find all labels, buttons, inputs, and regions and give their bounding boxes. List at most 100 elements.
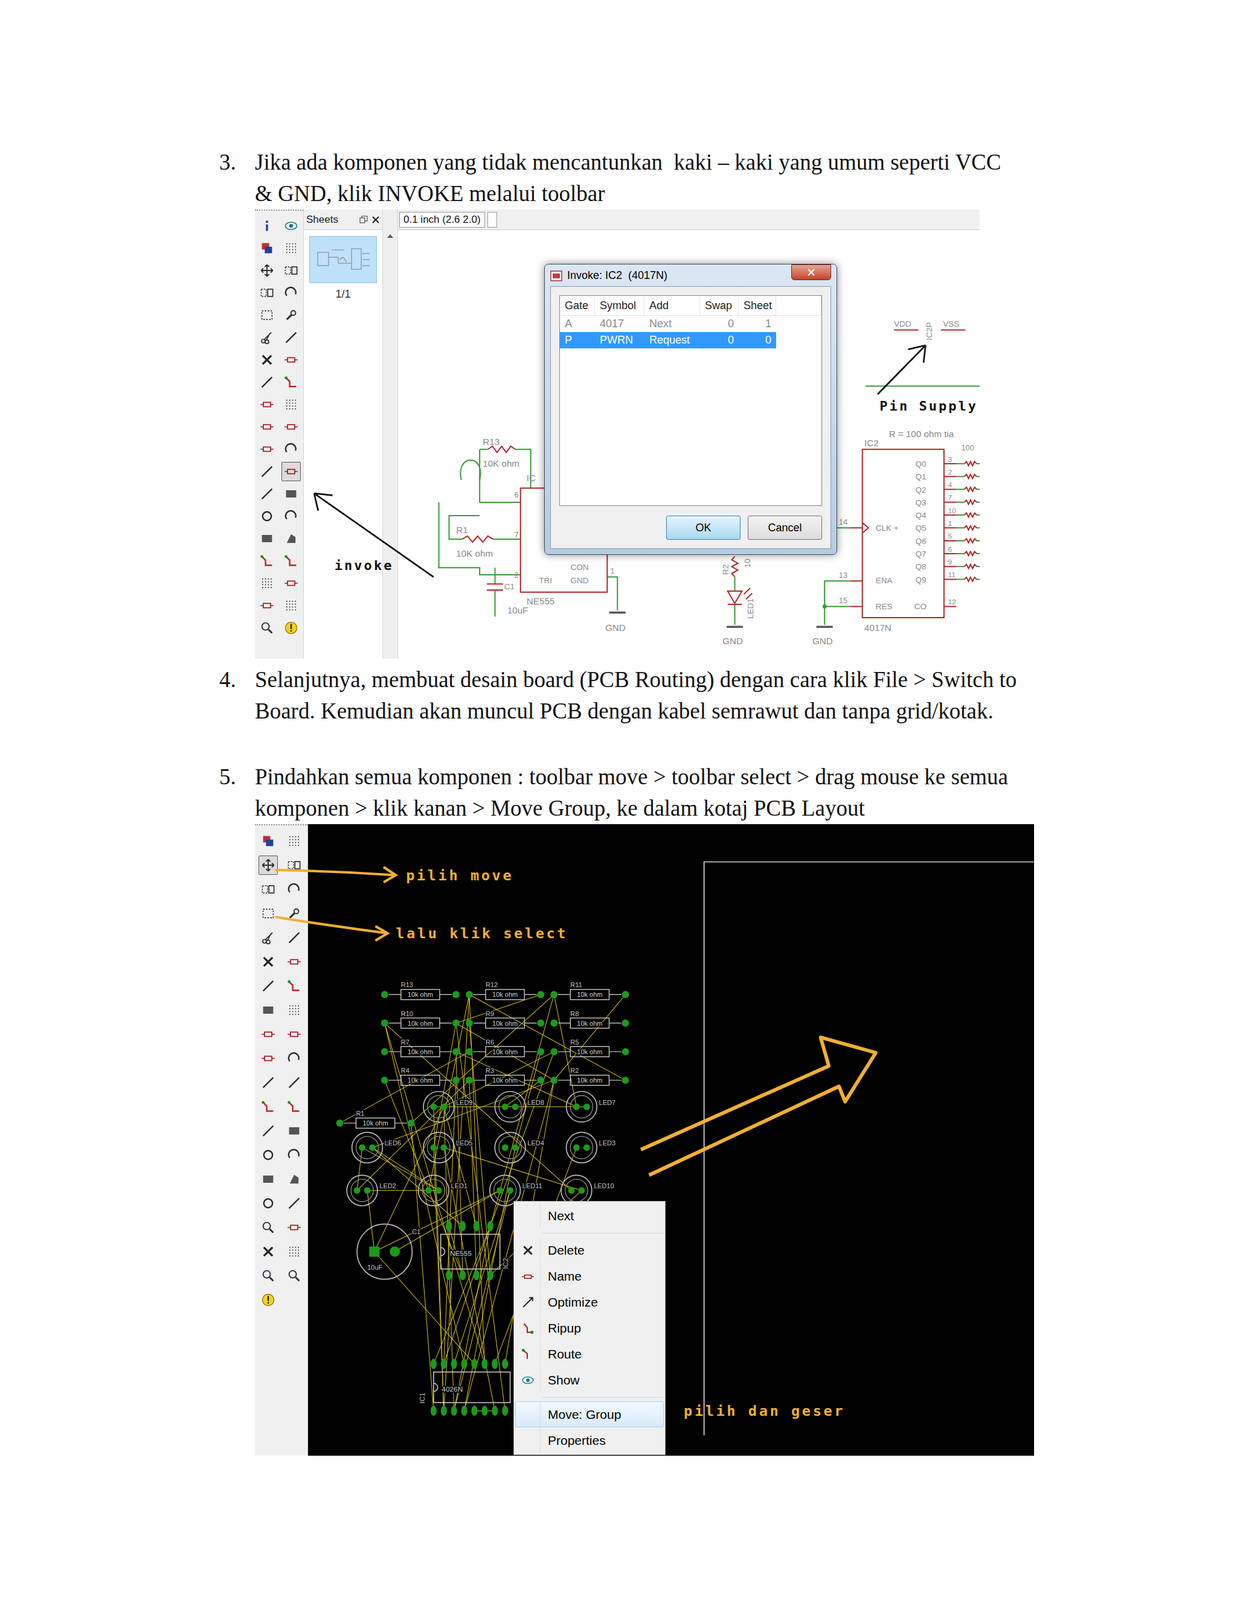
ic[interactable]: 4026NIC1 xyxy=(417,1359,511,1417)
resistor[interactable]: R1210k ohm xyxy=(465,981,545,1000)
scroll-up-icon[interactable] xyxy=(386,233,394,239)
resistor[interactable]: R610k ohm xyxy=(465,1038,545,1058)
tool-button[interactable] xyxy=(284,1121,304,1141)
tool-button[interactable] xyxy=(257,529,277,549)
tool-button[interactable] xyxy=(257,618,277,638)
tool-button[interactable] xyxy=(258,1290,278,1311)
tool-button[interactable] xyxy=(257,238,277,258)
schematic-canvas[interactable]: R1310K ohmR110K ohmIC672C1TRICONGND1NE55… xyxy=(398,230,980,659)
gate-row[interactable]: A4017Next01 xyxy=(559,315,822,333)
tool-button[interactable] xyxy=(281,462,301,482)
resistor[interactable]: R910k ohm xyxy=(465,1010,545,1029)
tool-button[interactable] xyxy=(258,928,278,948)
tool-button[interactable] xyxy=(284,1097,304,1117)
led[interactable]: LED5 xyxy=(423,1132,473,1164)
tool-button[interactable] xyxy=(281,372,301,392)
tool-button[interactable] xyxy=(257,372,277,392)
tool-button[interactable] xyxy=(281,417,301,437)
tool-button[interactable] xyxy=(281,506,301,527)
column-header[interactable]: Symbol xyxy=(594,295,645,316)
tool-button[interactable] xyxy=(258,1169,278,1190)
dialog-button[interactable]: OK xyxy=(666,515,741,540)
tool-button[interactable] xyxy=(284,1049,304,1069)
tool-button[interactable] xyxy=(258,976,278,997)
column-header[interactable]: Gate xyxy=(559,295,595,316)
resistor[interactable]: R1310k ohm xyxy=(381,981,460,1000)
led[interactable]: LED8 xyxy=(494,1092,545,1123)
tool-button[interactable] xyxy=(281,551,301,571)
menu-item[interactable]: Properties xyxy=(515,1427,664,1454)
menu-item[interactable]: Show xyxy=(515,1367,664,1394)
tool-button[interactable] xyxy=(281,618,301,638)
ic[interactable]: NE555IC2 xyxy=(440,1221,511,1281)
sheets-scrollbar[interactable] xyxy=(382,209,399,659)
led[interactable]: LED7 xyxy=(566,1092,617,1123)
menu-item[interactable]: Ripup xyxy=(515,1315,664,1342)
tool-button[interactable] xyxy=(258,855,278,876)
tool-button[interactable] xyxy=(258,1000,278,1021)
tool-button[interactable] xyxy=(284,831,304,852)
tool-button[interactable] xyxy=(257,327,277,348)
resistor[interactable]: R110k ohm xyxy=(335,1110,415,1129)
resistor[interactable]: R410k ohm xyxy=(381,1067,460,1086)
tool-button[interactable] xyxy=(258,1049,278,1069)
resistor[interactable]: R710k ohm xyxy=(381,1038,460,1058)
tool-button[interactable] xyxy=(281,529,301,549)
column-header[interactable]: Add xyxy=(644,295,701,316)
dialog-button[interactable]: Cancel xyxy=(747,515,823,540)
resistor[interactable]: R810k ohm xyxy=(550,1010,629,1029)
tool-button[interactable] xyxy=(284,1145,304,1166)
led[interactable]: LED1 xyxy=(418,1175,469,1207)
tool-button[interactable] xyxy=(258,904,278,924)
tool-button[interactable] xyxy=(258,952,278,972)
tool-button[interactable] xyxy=(281,350,301,370)
tool-button[interactable] xyxy=(281,283,301,303)
tool-button[interactable] xyxy=(284,1194,304,1214)
column-header[interactable]: Swap xyxy=(700,295,739,316)
tool-button[interactable] xyxy=(258,1121,278,1141)
tool-button[interactable] xyxy=(284,1242,304,1262)
tool-button[interactable] xyxy=(281,573,301,594)
gate-row[interactable]: PPWRNRequest00 xyxy=(559,332,822,349)
resistor[interactable]: R510k ohm xyxy=(550,1038,629,1058)
tool-button[interactable] xyxy=(281,395,301,415)
tool-button[interactable] xyxy=(284,1000,304,1021)
resistor[interactable]: R1010k ohm xyxy=(381,1010,460,1029)
tool-button[interactable] xyxy=(258,1024,278,1045)
tool-button[interactable] xyxy=(257,216,277,236)
close-icon[interactable] xyxy=(371,215,380,225)
tool-button[interactable] xyxy=(257,283,277,303)
tool-button[interactable] xyxy=(284,928,304,948)
resistor[interactable]: R1110k ohm xyxy=(550,981,629,1000)
tool-button[interactable] xyxy=(281,439,301,460)
tool-button[interactable] xyxy=(257,462,277,482)
tool-button[interactable] xyxy=(258,1242,278,1262)
tool-button[interactable] xyxy=(281,260,301,281)
menu-item[interactable]: Name xyxy=(515,1263,664,1290)
menu-item[interactable]: Delete xyxy=(515,1237,664,1264)
led[interactable]: LED9 xyxy=(423,1092,473,1123)
tool-button[interactable] xyxy=(257,573,277,594)
tool-button[interactable] xyxy=(284,1169,304,1190)
tool-button[interactable] xyxy=(257,305,277,325)
tool-button[interactable] xyxy=(257,506,277,527)
tool-button[interactable] xyxy=(281,238,301,258)
menu-item[interactable]: Optimize xyxy=(515,1289,664,1316)
tool-button[interactable] xyxy=(284,1218,304,1238)
tool-button[interactable] xyxy=(258,1145,278,1166)
tool-button[interactable] xyxy=(284,976,304,997)
resistor[interactable]: R210k ohm xyxy=(550,1067,629,1086)
resistor[interactable]: R310k ohm xyxy=(465,1067,545,1086)
tool-button[interactable] xyxy=(284,952,304,972)
sheet-thumbnail[interactable] xyxy=(309,236,377,284)
tool-button[interactable] xyxy=(257,260,277,281)
capacitor[interactable]: C110uF xyxy=(356,1224,421,1280)
led[interactable]: LED3 xyxy=(566,1132,617,1164)
tool-button[interactable] xyxy=(257,484,277,504)
tool-button[interactable] xyxy=(258,1073,278,1093)
tool-button[interactable] xyxy=(284,904,304,924)
column-header[interactable]: Sheet xyxy=(738,295,777,316)
menu-item[interactable]: Next xyxy=(515,1203,664,1230)
tool-button[interactable] xyxy=(284,880,304,900)
close-button[interactable] xyxy=(791,264,832,281)
